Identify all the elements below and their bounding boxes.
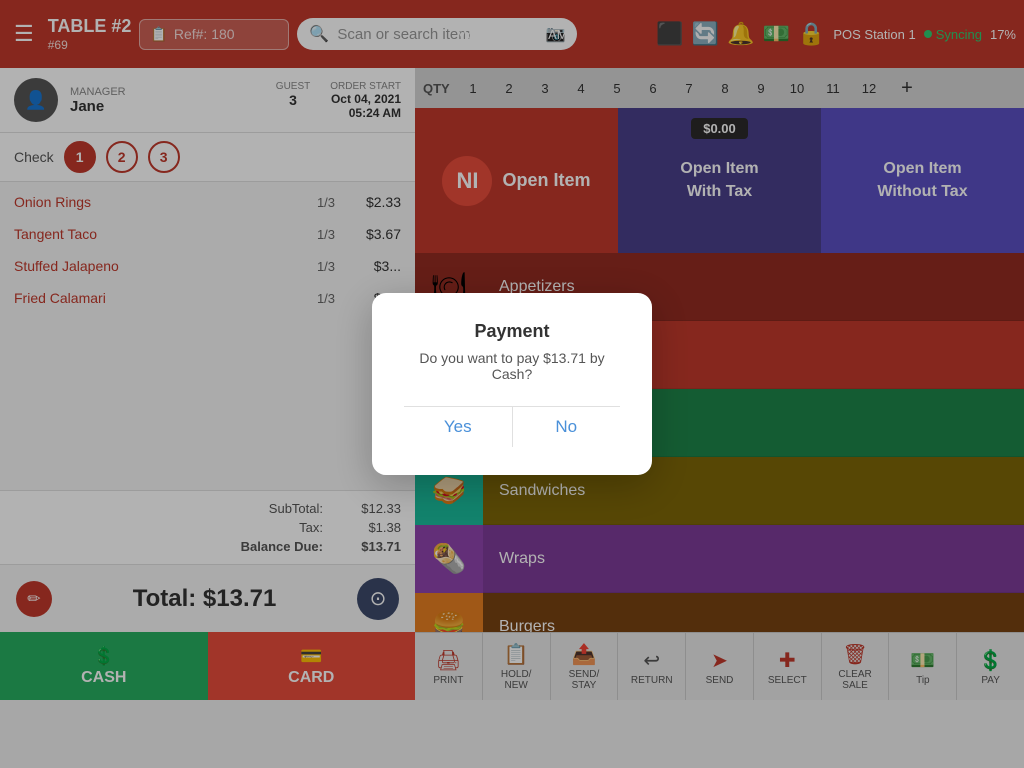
payment-modal: Payment Do you want to pay $13.71 by Cas… (372, 293, 652, 475)
modal-yes-button[interactable]: Yes (404, 406, 512, 447)
modal-title: Payment (404, 321, 620, 342)
modal-actions: Yes No (404, 406, 620, 447)
modal-no-button[interactable]: No (513, 406, 621, 447)
modal-body: Do you want to pay $13.71 by Cash? (404, 350, 620, 382)
modal-overlay: Payment Do you want to pay $13.71 by Cas… (0, 0, 1024, 768)
